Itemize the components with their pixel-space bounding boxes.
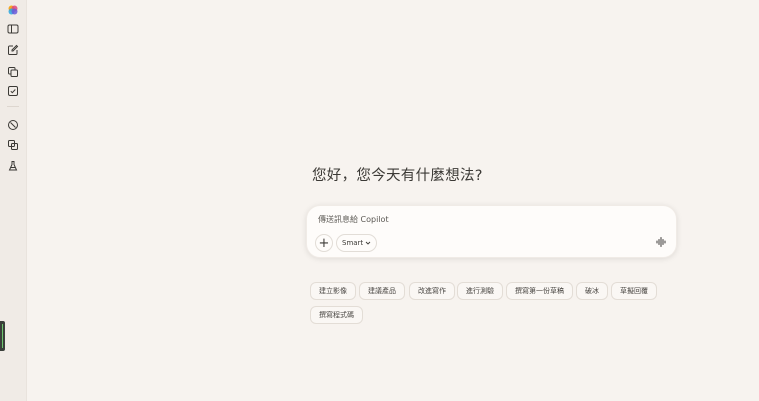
- sidebar-resize-handle[interactable]: [0, 321, 5, 351]
- suggestion-chip-take-quiz[interactable]: 進行測驗: [457, 282, 503, 300]
- sidebar: [0, 0, 27, 401]
- suggestion-chip-icebreaker[interactable]: 破冰: [576, 282, 608, 300]
- suggestion-chip-create-image[interactable]: 建立影像: [310, 282, 356, 300]
- mode-selector-button[interactable]: Smart: [336, 234, 378, 252]
- voice-button[interactable]: [655, 236, 667, 248]
- chevron-down-icon: [365, 241, 371, 245]
- message-composer: 傳送訊息給 Copilot + Smart: [306, 205, 677, 258]
- voice-waveform-icon: [656, 237, 666, 247]
- new-chat-icon[interactable]: [7, 44, 19, 56]
- suggestion-chip-improve-writing[interactable]: 改進寫作: [409, 282, 455, 300]
- discover-icon[interactable]: [7, 119, 19, 131]
- copy-pages-icon[interactable]: [7, 66, 19, 78]
- suggestion-chip-suggest-product[interactable]: 建議產品: [359, 282, 405, 300]
- message-input[interactable]: 傳送訊息給 Copilot: [318, 214, 638, 226]
- suggestion-chip-write-code[interactable]: 撰寫程式碼: [310, 306, 363, 324]
- checkbox-icon[interactable]: [7, 85, 19, 97]
- sidebar-toggle-icon[interactable]: [7, 23, 19, 35]
- library-icon[interactable]: [7, 139, 19, 151]
- plus-icon: +: [318, 235, 330, 251]
- labs-icon[interactable]: [7, 160, 19, 172]
- greeting-heading: 您好，您今天有什麼想法?: [312, 168, 483, 184]
- add-attachment-button[interactable]: +: [315, 234, 333, 252]
- suggestion-chip-first-draft[interactable]: 撰寫第一份草稿: [506, 282, 573, 300]
- copilot-logo-icon[interactable]: [7, 4, 19, 16]
- mode-label: Smart: [342, 239, 364, 247]
- suggestion-chip-draft-reply[interactable]: 草擬回覆: [611, 282, 657, 300]
- sidebar-divider: [7, 106, 19, 107]
